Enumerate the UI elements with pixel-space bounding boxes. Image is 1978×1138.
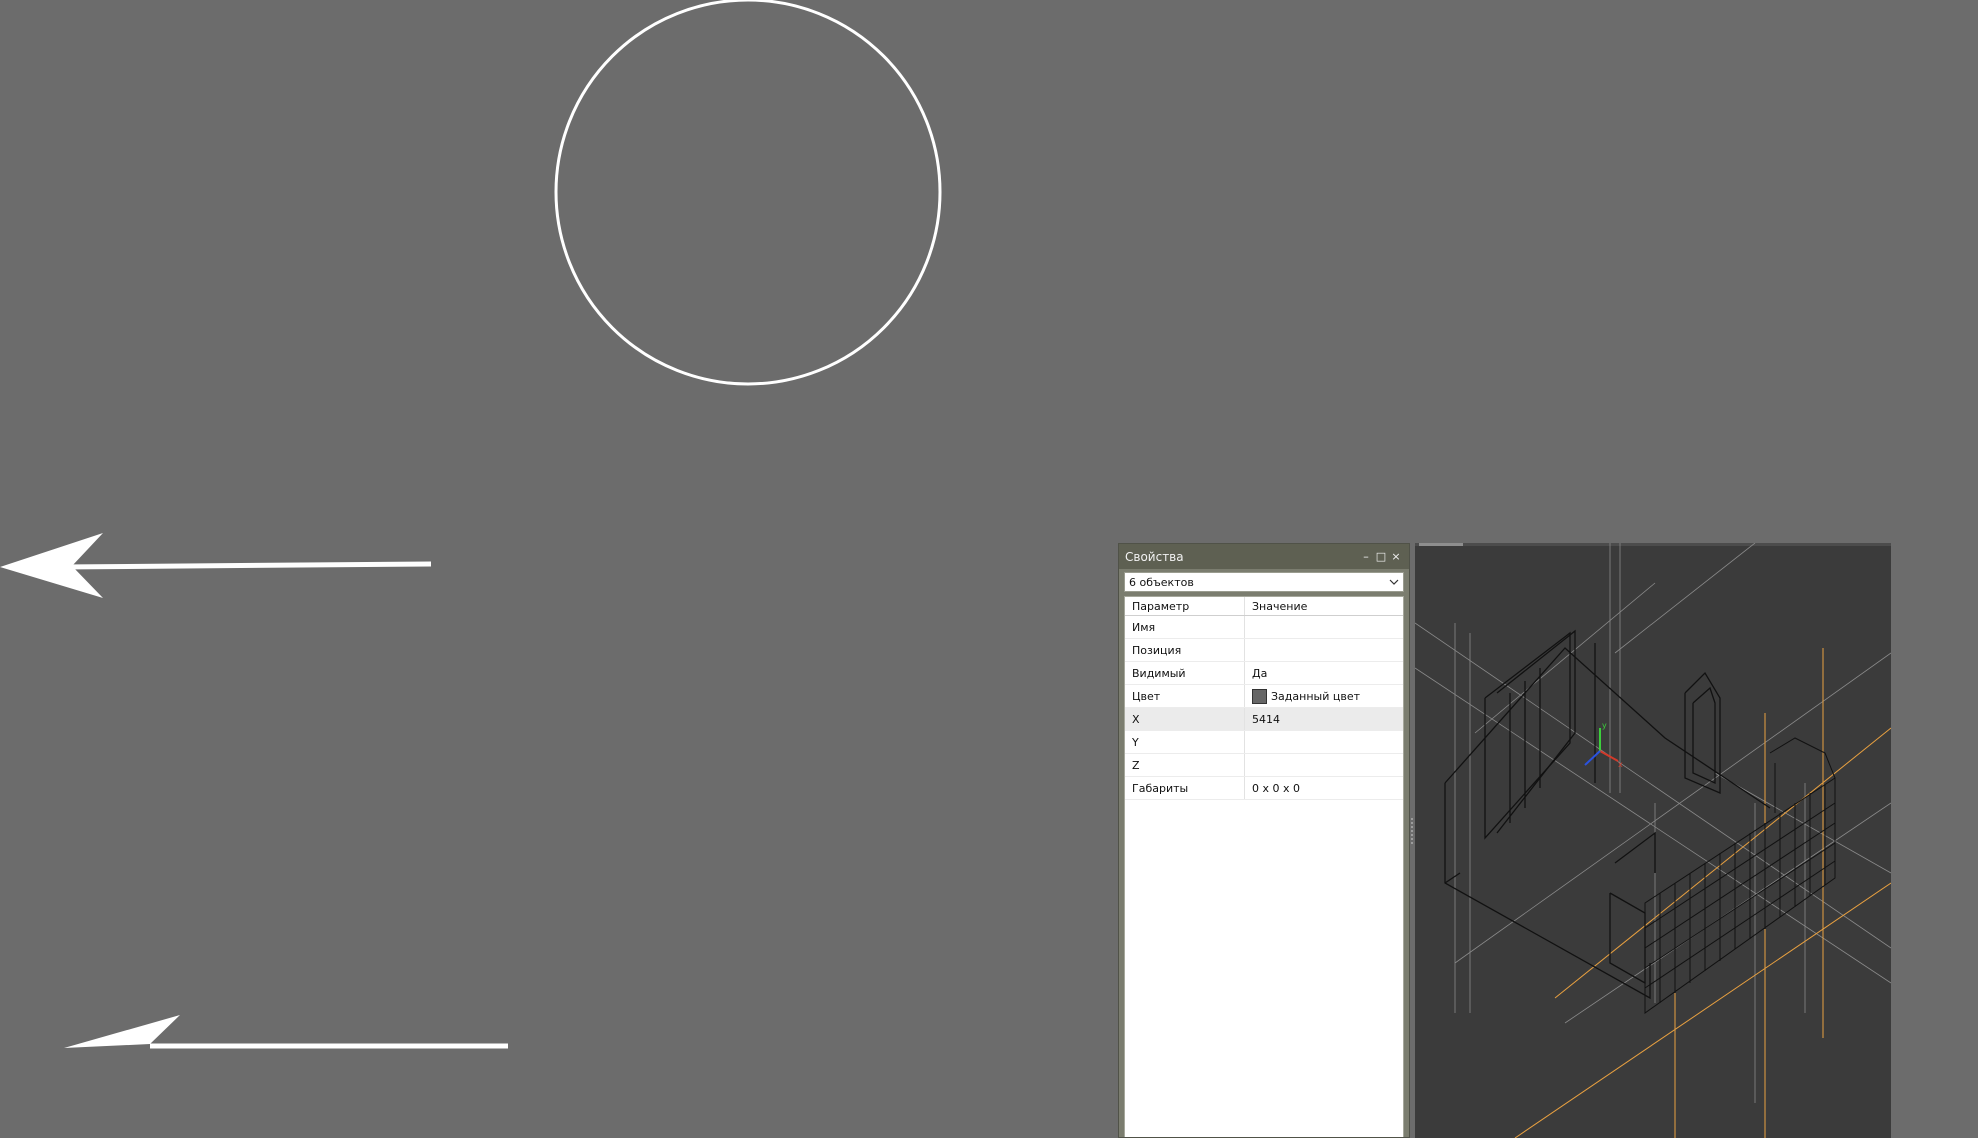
close-button[interactable]: ×: [1389, 550, 1403, 564]
property-label: X: [1125, 708, 1245, 730]
color-swatch: [1252, 688, 1267, 704]
panel-splitter-handle[interactable]: [1411, 818, 1413, 844]
property-row-y[interactable]: Y: [1125, 731, 1403, 754]
selection-dropdown[interactable]: 6 объектов: [1124, 572, 1404, 592]
property-value[interactable]: 0 x 0 x 0: [1245, 777, 1403, 799]
properties-title: Свойства: [1125, 549, 1184, 564]
construction-lines: [1415, 543, 1891, 1103]
property-value-color[interactable]: Заданный цвет: [1245, 685, 1403, 707]
property-row-name[interactable]: Имя: [1125, 616, 1403, 639]
chevron-down-icon: [1389, 579, 1399, 585]
viewport-scene: y x: [1415, 543, 1891, 1138]
property-value: Заданный цвет: [1271, 689, 1360, 703]
property-row-x[interactable]: X 5414: [1125, 708, 1403, 731]
axis-label-x: x: [1618, 760, 1623, 769]
property-row-color[interactable]: Цвет Заданный цвет: [1125, 685, 1403, 708]
shelving-grid: [1644, 737, 1836, 1014]
guide-lines: [1514, 648, 1891, 1138]
room-wireframe: [1444, 629, 1771, 1000]
property-label: Z: [1125, 754, 1245, 776]
property-row-dimensions[interactable]: Габариты 0 x 0 x 0: [1125, 777, 1403, 800]
properties-titlebar[interactable]: Свойства – □ ×: [1119, 544, 1409, 569]
property-value[interactable]: Да: [1245, 662, 1403, 684]
property-row-visible[interactable]: Видимый Да: [1125, 662, 1403, 685]
annotation-arrow-1: [0, 533, 432, 598]
property-label: Габариты: [1125, 777, 1245, 799]
property-value[interactable]: [1245, 754, 1403, 776]
3d-viewport[interactable]: y x: [1415, 543, 1891, 1138]
property-row-position[interactable]: Позиция: [1125, 639, 1403, 662]
annotation-arrow-2: [64, 1015, 508, 1049]
property-label: Позиция: [1125, 639, 1245, 661]
property-label: Имя: [1125, 616, 1245, 638]
minimize-button[interactable]: –: [1359, 550, 1373, 564]
selection-value: 6 объектов: [1129, 575, 1194, 589]
property-value[interactable]: [1245, 639, 1403, 661]
property-grid: Параметр Значение Имя Позиция Видимый Да…: [1124, 596, 1404, 1137]
annotation-circle: [554, 0, 942, 386]
column-header-value[interactable]: Значение: [1245, 597, 1403, 615]
property-value[interactable]: 5414: [1245, 708, 1403, 730]
property-value[interactable]: [1245, 731, 1403, 753]
maximize-button[interactable]: □: [1374, 550, 1388, 564]
property-row-z[interactable]: Z: [1125, 754, 1403, 777]
property-label: Цвет: [1125, 685, 1245, 707]
property-label: Y: [1125, 731, 1245, 753]
axis-gizmo: y x: [1584, 721, 1623, 769]
axis-label-y: y: [1602, 721, 1607, 730]
property-grid-header: Параметр Значение: [1125, 597, 1403, 616]
property-label: Видимый: [1125, 662, 1245, 684]
property-value[interactable]: [1245, 616, 1403, 638]
column-header-param[interactable]: Параметр: [1125, 597, 1245, 615]
properties-panel: Свойства – □ × 6 объектов Параметр Значе…: [1118, 543, 1410, 1138]
